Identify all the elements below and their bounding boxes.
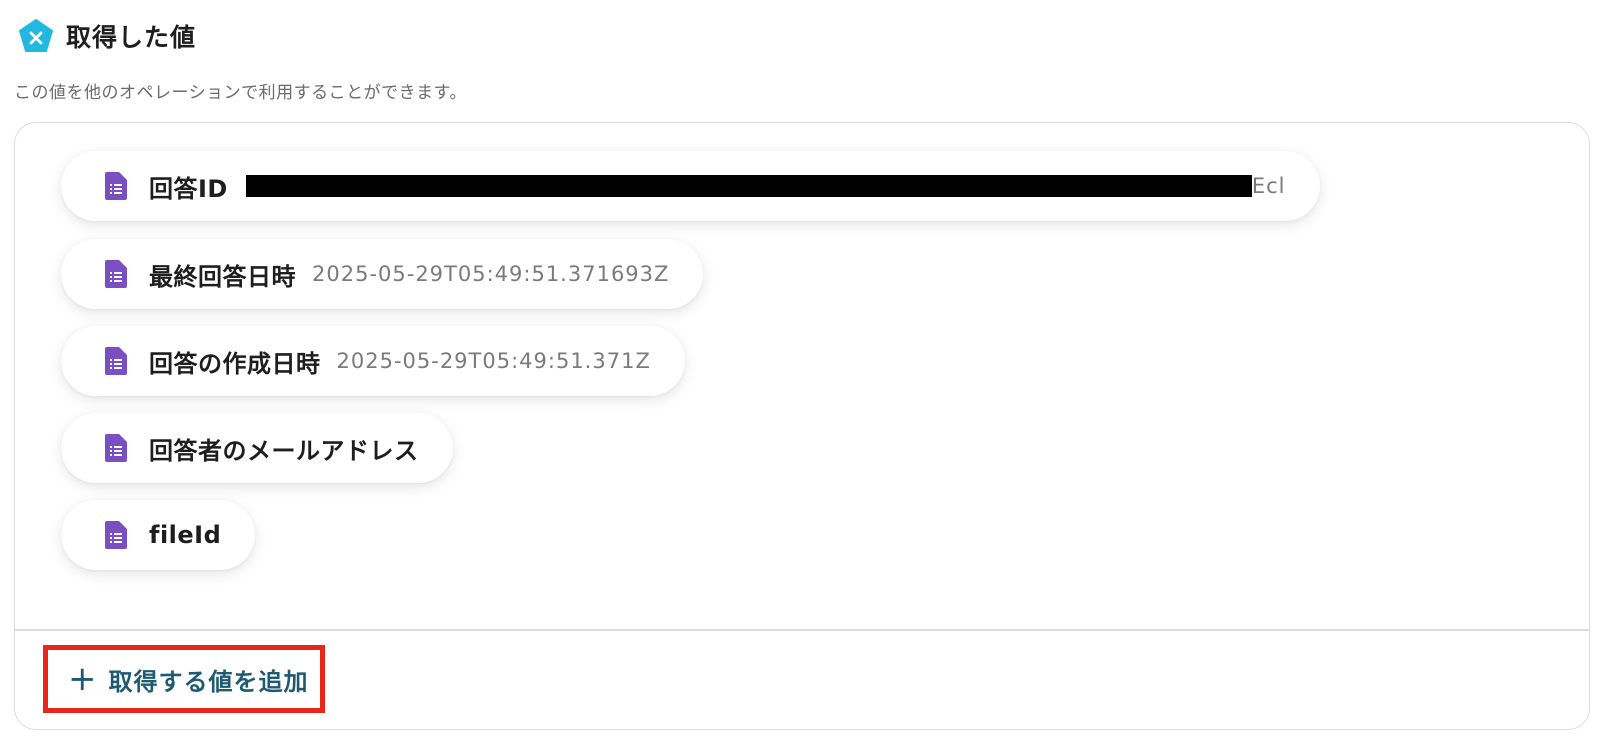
value-text: 2025-05-29T05:49:51.371693Z xyxy=(312,262,670,286)
document-icon xyxy=(105,521,127,549)
value-label: 回答者のメールアドレス xyxy=(149,436,419,465)
x-pentagon-icon xyxy=(18,18,54,54)
value-label: 回答の作成日時 xyxy=(149,349,321,378)
section-header: 取得した値 xyxy=(18,18,196,54)
document-icon xyxy=(105,434,127,462)
add-value-label: 取得する値を追加 xyxy=(108,667,309,696)
page-title: 取得した値 xyxy=(66,23,197,52)
document-icon xyxy=(105,347,127,375)
document-icon xyxy=(105,172,127,200)
value-label: 回答ID xyxy=(149,174,228,203)
value-item-last-response-time[interactable]: 最終回答日時 2025-05-29T05:49:51.371693Z xyxy=(61,239,704,309)
value-item-response-created-time[interactable]: 回答の作成日時 2025-05-29T05:49:51.371Z xyxy=(61,326,685,396)
document-icon xyxy=(105,260,127,288)
value-item-respondent-email[interactable]: 回答者のメールアドレス xyxy=(61,413,453,483)
values-panel: 回答ID Ecl 最終回答日時 2025-05-29T05:49:51.3716… xyxy=(14,122,1590,730)
value-label: 最終回答日時 xyxy=(149,262,296,291)
redacted-value: Ecl xyxy=(245,174,1286,198)
value-text: 2025-05-29T05:49:51.371Z xyxy=(336,349,651,373)
plus-icon: + xyxy=(68,659,97,699)
value-item-response-id[interactable]: 回答ID Ecl xyxy=(61,151,1320,221)
section-description: この値を他のオペレーションで利用することができます。 xyxy=(14,83,467,103)
value-item-file-id[interactable]: fileId xyxy=(61,500,256,570)
value-label: fileId xyxy=(149,521,222,549)
redaction-bar xyxy=(245,175,1252,197)
add-value-button[interactable]: + 取得する値を追加 xyxy=(43,645,325,713)
divider xyxy=(15,629,1589,631)
value-text: Ecl xyxy=(1251,174,1286,198)
